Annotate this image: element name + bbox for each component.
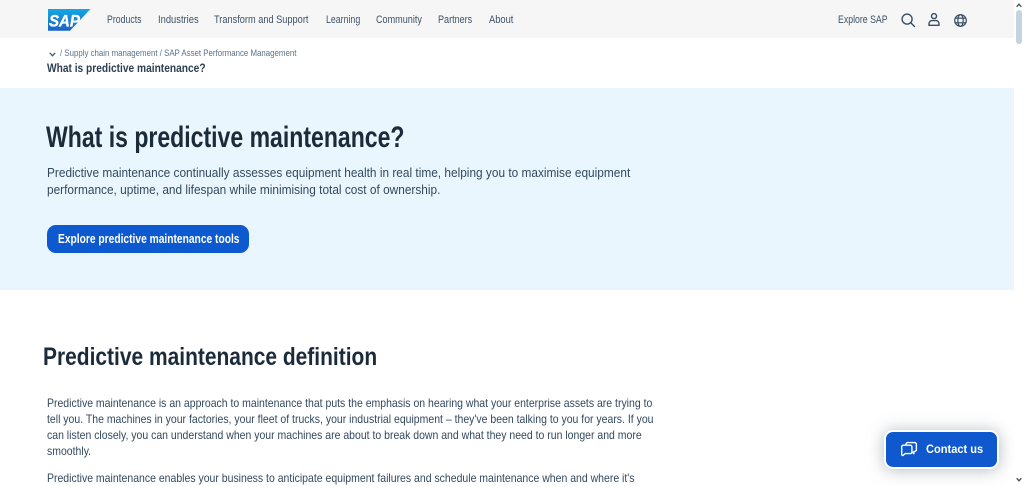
svg-text:SAP: SAP (49, 12, 80, 31)
